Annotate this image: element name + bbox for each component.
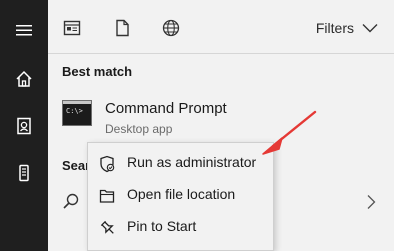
best-match-heading: Best match (62, 64, 133, 79)
best-match-result[interactable]: C:\> Command Prompt Desktop app (48, 88, 394, 144)
device-icon[interactable] (14, 163, 34, 183)
command-prompt-icon: C:\> (62, 100, 92, 126)
context-menu: Run as administrator Open file location … (87, 142, 274, 251)
pin-to-start-item[interactable]: Pin to Start (88, 211, 274, 243)
apps-scope-icon[interactable] (62, 18, 82, 38)
pin-icon (98, 219, 116, 237)
app-name: Command Prompt (105, 100, 227, 117)
start-menu-rail (0, 0, 48, 251)
documents-icon[interactable] (14, 116, 34, 136)
annotation-arrow (262, 110, 317, 155)
menu-item-label: Open file location (127, 186, 236, 202)
chevron-right-icon[interactable] (366, 194, 376, 210)
hamburger-menu-icon[interactable] (14, 20, 34, 40)
open-file-location-item[interactable]: Open file location (88, 179, 274, 211)
search-section-heading: Sear (62, 158, 91, 173)
menu-item-label: Pin to Start (127, 218, 197, 234)
folder-location-icon (98, 187, 116, 205)
filters-label: Filters (315, 20, 354, 36)
filters-dropdown[interactable]: Filters (316, 20, 378, 36)
search-scope-bar: Filters (48, 0, 394, 54)
app-type: Desktop app (105, 122, 173, 136)
documents-scope-icon[interactable] (112, 18, 132, 38)
chevron-down-icon (362, 24, 378, 33)
shield-icon (98, 155, 116, 173)
web-scope-icon[interactable] (161, 18, 181, 38)
search-icon (62, 192, 80, 210)
home-icon[interactable] (14, 69, 34, 89)
